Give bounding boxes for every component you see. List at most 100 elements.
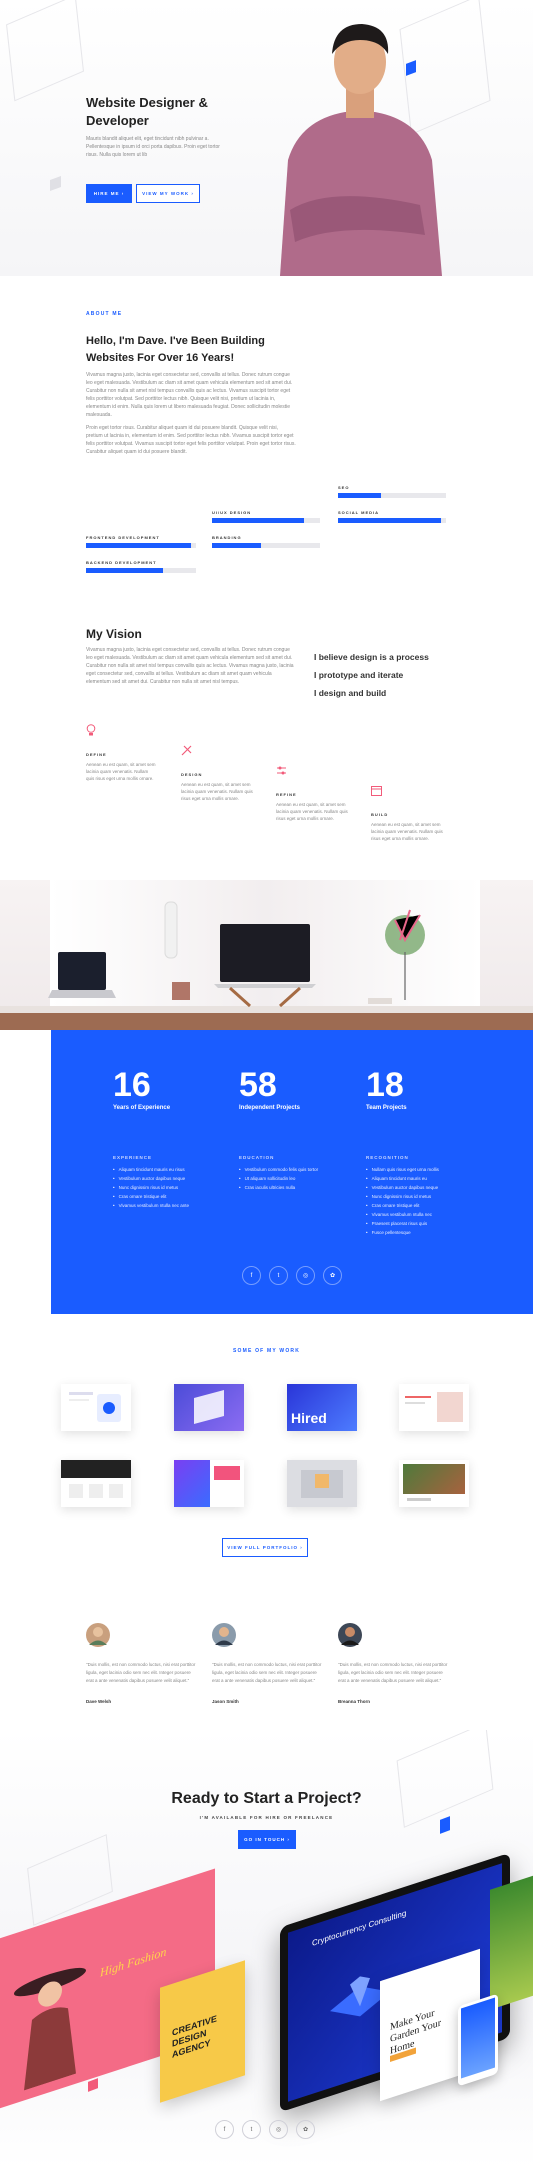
build-text: Aenean eu est quam, sit amet sem lacinia… (371, 822, 443, 841)
portfolio-thumb[interactable] (287, 1460, 357, 1507)
define-text: Aenean eu est quam, sit amet sem lacinia… (86, 762, 156, 781)
avatar (212, 1623, 236, 1647)
get-in-touch-button[interactable]: GO IN TOUCH › (238, 1830, 296, 1849)
stat-years-label: Years of Experience (113, 1105, 171, 1111)
about-label: ABOUT ME (86, 311, 123, 317)
skill-label: BACKEND DEVELOPMENT (86, 560, 157, 565)
cta-subheading: I'M AVAILABLE FOR HIRE OR FREELANCE (199, 1815, 334, 1820)
list-item: Nunc dignissim risus id metus (366, 1192, 439, 1201)
list-item: Vestibulum auctor dapibus neque (113, 1174, 189, 1183)
facebook-icon[interactable]: f (242, 1266, 261, 1285)
twitter-icon[interactable]: t (242, 2120, 261, 2139)
pencil-ruler-icon (181, 745, 192, 756)
decor-pink-square (88, 2078, 98, 2092)
skill-bar: UI/UX DESIGN (212, 510, 320, 523)
instagram-icon[interactable]: ◎ (269, 2120, 288, 2139)
about-paragraph-2: Proin eget tortor risus. Curabitur aliqu… (86, 425, 296, 455)
stat-team-label: Team Projects (366, 1105, 407, 1111)
portfolio-thumb[interactable] (399, 1460, 469, 1507)
hired-text: Hired (291, 1410, 327, 1426)
stat-team-number: 18 (366, 1066, 404, 1104)
vision-statements: I believe design is a process I prototyp… (314, 648, 429, 702)
portfolio-thumb[interactable] (399, 1384, 469, 1431)
list-item: Fusce pellentesque (366, 1228, 439, 1237)
vision-paragraph: Vivamus magna justo, lacinia eget consec… (86, 647, 294, 685)
refine-title: REFINE (276, 792, 297, 797)
agency-title: CREATIVE DESIGN AGENCY (172, 2013, 217, 2060)
desk-photo (0, 880, 533, 1030)
portfolio-thumb[interactable] (174, 1384, 244, 1431)
skill-bar: BRANDING (212, 535, 320, 548)
vision-line-3: I design and build (314, 688, 387, 698)
skill-bar: BACKEND DEVELOPMENT (86, 560, 196, 573)
dribbble-icon[interactable]: ✿ (323, 1266, 342, 1285)
stats-section: 16 Years of Experience 58 Independent Pr… (51, 1030, 533, 1314)
skill-bar-fill (86, 568, 163, 573)
list-item: Praesent placerat risus quis (366, 1219, 439, 1228)
testimonial-3: "Duis mollis, est non commodo luctus, ni… (338, 1623, 448, 1704)
define-step: DEFINE Aenean eu est quam, sit amet sem … (86, 723, 156, 782)
experience-list: EXPERIENCE Aliquam tincidunt mauris eu r… (113, 1155, 189, 1210)
about-heading: Hello, I'm Dave. I've Been Building Webs… (86, 335, 265, 364)
testimonial-name: Dave Welsh (86, 1699, 112, 1704)
skill-bar: FRONTEND DEVELOPMENT (86, 535, 196, 548)
avatar (86, 1623, 110, 1647)
portfolio-thumb[interactable] (61, 1460, 131, 1507)
design-text: Aenean eu est quam, sit amet sem lacinia… (181, 782, 253, 801)
recognition-list: RECOGNITION Nullam quis risus eget urna … (366, 1155, 439, 1237)
decor-outline (396, 1730, 494, 1828)
skill-bar-track (86, 568, 196, 573)
portfolio-thumb[interactable] (174, 1460, 244, 1507)
list-item: Ut aliquam sollicitudin leo (239, 1174, 318, 1183)
phone-mockup (458, 1993, 498, 2087)
decor-gray-square (50, 175, 61, 192)
refine-text: Aenean eu est quam, sit amet sem lacinia… (276, 802, 348, 821)
skill-label: SEO (338, 485, 350, 490)
skill-label: FRONTEND DEVELOPMENT (86, 535, 160, 540)
hero-section: Website Designer & Developer Mauris blan… (0, 0, 533, 276)
sliders-icon (277, 766, 286, 775)
portfolio-thumb[interactable] (61, 1384, 131, 1431)
avatar (338, 1623, 362, 1647)
view-portfolio-button[interactable]: VIEW FULL PORTFOLIO › (222, 1538, 308, 1557)
stat-independent: 58 Independent Projects (239, 1066, 300, 1111)
hero-description: Mauris blandit aliquet elit, eget tincid… (86, 136, 220, 158)
list-item: Nunc dignissim risus id metus (113, 1183, 189, 1192)
education-heading: EDUCATION (239, 1155, 275, 1160)
stat-independent-label: Independent Projects (239, 1105, 301, 1111)
education-list: EDUCATION Vestibulum commodo felis quis … (239, 1155, 318, 1192)
facebook-icon[interactable]: f (215, 2120, 234, 2139)
garden-title: Make Your Garden Your Home (390, 2007, 442, 2057)
list-item: Nullam quis risus eget urna mollis (366, 1165, 439, 1174)
skill-bar-fill (212, 518, 304, 523)
list-item: Aliquam tincidunt mauris eu risus (113, 1165, 189, 1174)
vision-line-1: I believe design is a process (314, 652, 429, 662)
view-work-button[interactable]: VIEW MY WORK › (136, 184, 200, 203)
testimonial-1: "Duis mollis, est non commodo luctus, ni… (86, 1623, 196, 1704)
hire-me-button[interactable]: HIRE ME › (86, 184, 132, 203)
refine-step: REFINE Aenean eu est quam, sit amet sem … (276, 763, 351, 822)
skill-bar-track (86, 543, 196, 548)
portrait-photo (280, 24, 442, 276)
greenery-mockup (490, 1870, 533, 2010)
dribbble-icon[interactable]: ✿ (296, 2120, 315, 2139)
skill-bar-track (212, 518, 320, 523)
fashion-model-image (14, 1967, 86, 2091)
skill-bar-track (338, 493, 446, 498)
skill-bar: SOCIAL MEDIA (338, 510, 446, 523)
portfolio-thumb[interactable]: Hired (287, 1384, 357, 1431)
twitter-icon[interactable]: t (269, 1266, 288, 1285)
browser-icon (371, 786, 382, 796)
stat-team: 18 Team Projects (366, 1066, 407, 1111)
vision-heading: My Vision (86, 627, 142, 641)
testimonial-quote: "Duis mollis, est non commodo luctus, ni… (86, 1662, 196, 1683)
fashion-title: High Fashion (100, 1944, 167, 1980)
skill-bar-fill (86, 543, 191, 548)
list-item: Vestibulum auctor dapibus neque (366, 1183, 439, 1192)
instagram-icon[interactable]: ◎ (296, 1266, 315, 1285)
define-title: DEFINE (86, 752, 107, 757)
design-step: DESIGN Aenean eu est quam, sit amet sem … (181, 743, 256, 802)
list-item: Cras ornare tristique elit (113, 1192, 189, 1201)
skill-label: UI/UX DESIGN (212, 510, 252, 515)
work-label: SOME OF MY WORK (232, 1348, 301, 1354)
